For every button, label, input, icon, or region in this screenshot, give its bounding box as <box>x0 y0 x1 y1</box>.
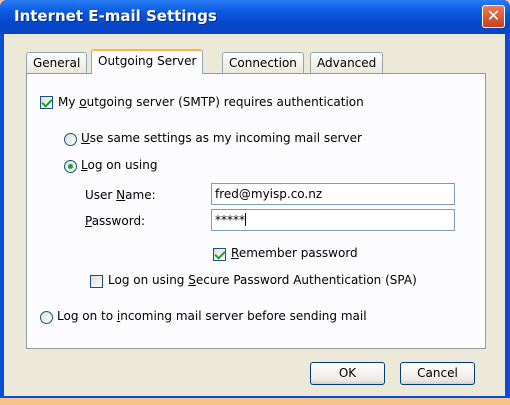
ok-button[interactable]: OK <box>310 362 385 385</box>
tab-connection-label: Connection <box>229 56 297 70</box>
tab-connection[interactable]: Connection <box>222 52 304 73</box>
tab-advanced-label: Advanced <box>317 56 377 70</box>
remember-password-label[interactable]: Remember password <box>231 246 358 260</box>
username-label: User Name: <box>85 188 156 202</box>
dialog-window: Internet E-mail Settings ✕ General Outgo… <box>0 0 510 398</box>
tab-outgoing-server[interactable]: Outgoing Server <box>91 49 204 74</box>
outgoing-server-panel: My outgoing server (SMTP) requires authe… <box>26 73 486 349</box>
tab-outgoing-server-label: Outgoing Server <box>98 54 197 68</box>
close-button[interactable]: ✕ <box>482 5 505 28</box>
log-on-using-label[interactable]: Log on using <box>81 158 157 172</box>
password-input[interactable]: ***** <box>211 209 455 231</box>
tab-advanced[interactable]: Advanced <box>310 52 384 73</box>
text-caret <box>245 213 246 226</box>
title-bar[interactable]: Internet E-mail Settings ✕ <box>0 0 510 34</box>
close-icon: ✕ <box>486 6 501 25</box>
password-label: Password: <box>85 214 146 228</box>
remember-password-checkbox[interactable] <box>213 248 226 261</box>
smtp-auth-checkbox[interactable] <box>40 96 53 109</box>
spa-checkbox[interactable] <box>90 275 103 288</box>
cancel-button[interactable]: Cancel <box>400 362 475 385</box>
username-input[interactable]: fred@myisp.co.nz <box>211 183 455 205</box>
tab-general[interactable]: General <box>26 52 88 73</box>
dialog-client-area: General Outgoing Server Connection Advan… <box>4 34 505 396</box>
log-on-incoming-radio[interactable] <box>40 311 53 324</box>
tab-general-label: General <box>33 56 81 70</box>
smtp-auth-label[interactable]: My outgoing server (SMTP) requires authe… <box>58 95 364 109</box>
use-same-settings-label[interactable]: Use same settings as my incoming mail se… <box>81 131 362 145</box>
window-title: Internet E-mail Settings <box>14 7 217 25</box>
spa-label[interactable]: Log on using Secure Password Authenticat… <box>108 273 417 287</box>
use-same-settings-radio[interactable] <box>64 133 77 146</box>
log-on-using-radio[interactable] <box>64 160 77 173</box>
log-on-incoming-label[interactable]: Log on to incoming mail server before se… <box>57 309 367 323</box>
